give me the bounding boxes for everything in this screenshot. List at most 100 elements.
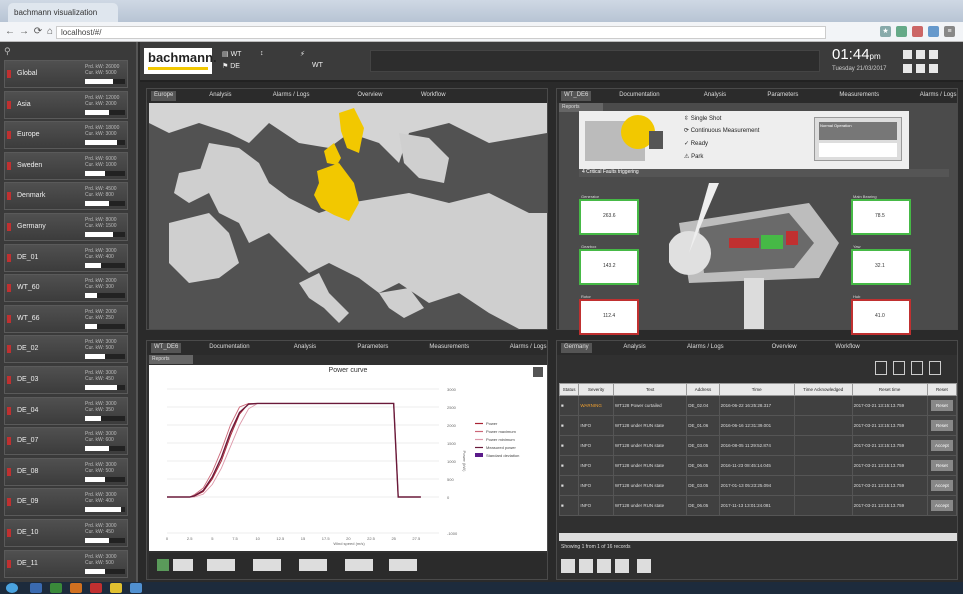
table-header-cell[interactable]: Text	[612, 383, 688, 396]
tab-chart[interactable]: Measurements	[426, 343, 472, 353]
table-header-cell[interactable]: Reset	[926, 383, 958, 396]
tab-alarms[interactable]: Analysis	[620, 343, 648, 353]
tab-map[interactable]: Europe	[151, 91, 177, 101]
address-cell[interactable]: DE_01.06	[686, 415, 720, 436]
filter-icon[interactable]	[929, 361, 941, 375]
save-icon[interactable]	[893, 361, 905, 375]
tab-turbine[interactable]: Analysis	[701, 91, 729, 101]
start-icon[interactable]	[6, 583, 18, 593]
zoom-icon[interactable]	[157, 559, 169, 571]
taskbar-app-icon[interactable]	[30, 583, 42, 593]
tool-button[interactable]	[637, 559, 651, 573]
tool-button[interactable]	[597, 559, 611, 573]
reset-button[interactable]: Accept	[930, 440, 953, 451]
address-cell[interactable]: DE_06.05	[686, 455, 720, 476]
star-icon[interactable]: ★	[880, 26, 891, 37]
tool-button[interactable]	[579, 559, 593, 573]
taskbar-app-icon[interactable]	[90, 583, 102, 593]
grid-layout-icon[interactable]	[916, 50, 925, 59]
sensor-card[interactable]: Hub 41.0	[851, 294, 911, 335]
tab-chart[interactable]: Parameters	[354, 343, 391, 353]
table-row[interactable]: ■ INFO WT128 under RUN state DE_03.05 2016-0…	[558, 435, 958, 456]
tab-alarms[interactable]: Workflow	[832, 343, 863, 353]
table-row[interactable]: ■ WARNING WT128 Power curtailed DE_02.04 201…	[558, 395, 958, 416]
address-cell[interactable]: DE_03.05	[686, 435, 720, 456]
grid-layout-icon[interactable]	[929, 50, 938, 59]
grid-layout-icon[interactable]	[903, 64, 912, 73]
tab-turbine[interactable]: Documentation	[616, 91, 662, 101]
header-item-wt[interactable]: ▤ WT	[222, 50, 241, 58]
tool-button[interactable]	[299, 559, 327, 571]
taskbar-app-icon[interactable]	[50, 583, 62, 593]
reset-button[interactable]: Reset	[930, 460, 953, 471]
tool-button[interactable]	[345, 559, 373, 571]
sidebar-item[interactable]: Asia Prd. kW: 12000 Cur. kW: 2000	[4, 90, 128, 119]
sidebar-item[interactable]: DE_10 Prd. kW: 3000 Cur. kW: 450	[4, 519, 128, 547]
tool-button[interactable]	[173, 559, 193, 571]
grid-layout-icon[interactable]	[916, 64, 925, 73]
sidebar-item[interactable]: DE_09 Prd. kW: 3000 Cur. kW: 400	[4, 488, 128, 517]
sidebar-item[interactable]: Sweden Prd. kW: 6000 Cur. kW: 1000	[4, 151, 128, 180]
reload-icon[interactable]: ⟳	[32, 26, 44, 38]
tab-alarms[interactable]: Alarms / Logs	[684, 343, 727, 353]
tool-button[interactable]	[207, 559, 235, 571]
tab-map[interactable]: Analysis	[206, 91, 234, 101]
tab-alarms[interactable]: Germany	[561, 343, 592, 353]
sidebar-item[interactable]: Europe Prd. kW: 18000 Cur. kW: 3000	[4, 121, 128, 150]
menu-icon[interactable]: ≡	[944, 26, 955, 37]
tool-button[interactable]	[389, 559, 417, 571]
sidebar-item[interactable]: DE_03 Prd. kW: 3000 Cur. kW: 450	[4, 366, 128, 394]
table-header-cell[interactable]: Address	[686, 383, 720, 396]
table-row[interactable]: ■ INFO WT128 under RUN state DE_06.05 2016-1…	[558, 455, 958, 476]
tab-turbine[interactable]: Measurements	[836, 91, 882, 101]
sidebar-item[interactable]: DE_07 Prd. kW: 3000 Cur. kW: 600	[4, 427, 128, 456]
sidebar-item[interactable]: DE_08 Prd. kW: 3000 Cur. kW: 500	[4, 457, 128, 486]
table-scrollbar[interactable]	[559, 533, 957, 541]
menu-continuous-measurement[interactable]: ⟳ Continuous Measurement	[684, 127, 759, 134]
table-row[interactable]: ■ INFO WT128 under RUN state DE_03.05 2017-0…	[558, 475, 958, 496]
reset-button[interactable]: Reset	[930, 420, 953, 431]
sensor-card[interactable]: Main Bearing 78.5	[851, 194, 911, 235]
back-icon[interactable]: ←	[4, 26, 16, 38]
forward-icon[interactable]: →	[18, 26, 30, 38]
address-cell[interactable]: DE_03.05	[686, 475, 720, 496]
sidebar-item[interactable]: Global Prd. kW: 26000 Cur. kW: 5000	[4, 60, 128, 88]
reset-button[interactable]: Accept	[930, 480, 953, 491]
grid-layout-icon[interactable]	[903, 50, 912, 59]
tab-turbine[interactable]: Parameters	[764, 91, 801, 101]
reset-button[interactable]: Reset	[930, 400, 953, 411]
extension-icon[interactable]	[896, 26, 907, 37]
table-header-cell[interactable]: Time Acknowledged	[793, 383, 853, 396]
tab-chart[interactable]: Analysis	[291, 343, 319, 353]
tab-map[interactable]: Overview	[354, 91, 385, 101]
sidebar-item[interactable]: Germany Prd. kW: 8000 Cur. kW: 1500	[4, 213, 128, 241]
table-header-cell[interactable]: Severity	[578, 383, 614, 396]
extension-icon[interactable]	[912, 26, 923, 37]
sidebar-item[interactable]: WT_66 Prd. kW: 2000 Cur. kW: 250	[4, 304, 128, 333]
browser-tab[interactable]: bachmann visualization	[8, 3, 118, 22]
sensor-card[interactable]: Yaw 32.1	[851, 244, 911, 285]
grid-layout-icon[interactable]	[929, 64, 938, 73]
tab-chart[interactable]: Alarms / Logs	[507, 343, 550, 353]
table-row[interactable]: ■ INFO WT128 under RUN state DE_01.06 2016-0…	[558, 415, 958, 436]
refresh-icon[interactable]	[875, 361, 887, 375]
tab-turbine[interactable]: WT_DE6	[561, 91, 592, 101]
table-header-cell[interactable]: Time	[718, 383, 795, 396]
menu-single-shot[interactable]: ⇳ Single Shot	[684, 115, 721, 122]
taskbar-app-icon[interactable]	[130, 583, 142, 593]
tool-button[interactable]	[253, 559, 281, 571]
address-cell[interactable]: DE_06.05	[686, 495, 720, 516]
sensor-card[interactable]: Rotor 112.4	[579, 294, 639, 335]
tab-map[interactable]: Workflow	[418, 91, 449, 101]
sidebar-item[interactable]: WT_60 Prd. kW: 2000 Cur. kW: 300	[4, 274, 128, 303]
table-row[interactable]: ■ INFO WT128 under RUN state DE_06.05 2017-1…	[558, 495, 958, 516]
tab-alarms[interactable]: Overview	[769, 343, 800, 353]
tool-button[interactable]	[561, 559, 575, 573]
sidebar-item[interactable]: DE_02 Prd. kW: 3000 Cur. kW: 500	[4, 335, 128, 364]
sidebar-item[interactable]: DE_11 Prd. kW: 3000 Cur. kW: 500	[4, 549, 128, 578]
header-item-de[interactable]: ⚑ DE	[222, 62, 240, 70]
sidebar-item[interactable]: DE_01 Prd. kW: 3000 Cur. kW: 400	[4, 243, 128, 272]
menu-ready[interactable]: ✓ Ready	[684, 140, 708, 147]
tool-button[interactable]	[615, 559, 629, 573]
sensor-card[interactable]: Generator 263.6	[579, 194, 639, 235]
